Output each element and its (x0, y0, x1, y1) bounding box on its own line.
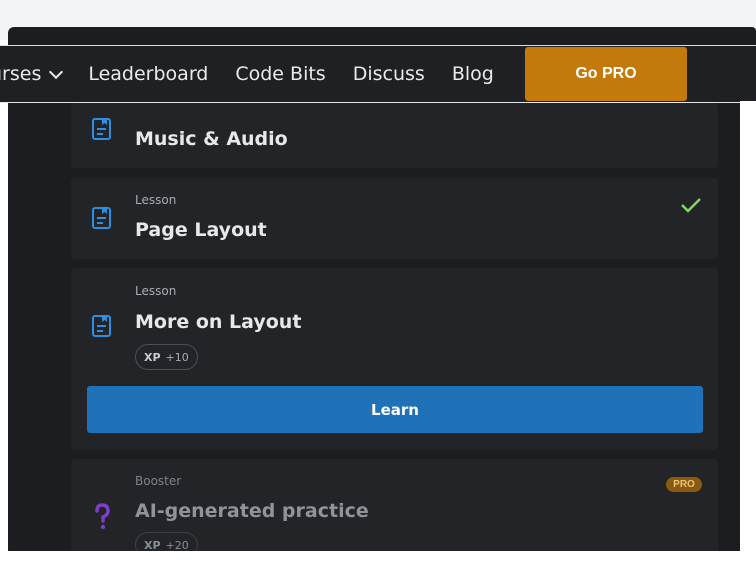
nav-discuss[interactable]: Discuss (353, 63, 425, 85)
pro-badge: PRO (666, 477, 702, 492)
nav-blog[interactable]: Blog (452, 63, 494, 85)
torn-edge-bottom (0, 551, 756, 581)
nav-code-bits[interactable]: Code Bits (235, 63, 325, 85)
chevron-down-icon (49, 64, 64, 79)
card-title: Page Layout (135, 219, 267, 241)
card-kind-label: Booster (135, 474, 182, 488)
question-mark-icon (93, 503, 111, 536)
nav-courses-label: urses (0, 63, 42, 85)
xp-value: +10 (165, 350, 189, 364)
card-title: More on Layout (135, 311, 302, 333)
card-kind-label: Lesson (135, 193, 177, 207)
card-title: AI-generated practice (135, 500, 369, 522)
card-title: Music & Audio (135, 128, 288, 150)
xp-badge: XP +10 (135, 344, 198, 370)
nav-leaderboard[interactable]: Leaderboard (88, 63, 208, 85)
torn-edge-right (740, 101, 756, 581)
lesson-doc-icon (91, 314, 113, 343)
xp-label: XP (144, 538, 161, 552)
booster-card-ai-practice[interactable]: Booster AI-generated practice PRO XP +20 (71, 459, 718, 559)
top-navbar: urses Leaderboard Code Bits Discuss Blog… (0, 45, 756, 103)
go-pro-button[interactable]: Go PRO (525, 47, 687, 101)
learn-button[interactable]: Learn (87, 386, 703, 433)
checkmark-icon (680, 196, 702, 219)
card-kind-label: Lesson (135, 284, 177, 298)
nav-courses[interactable]: urses (0, 63, 64, 85)
lesson-doc-icon (91, 206, 113, 235)
lesson-doc-icon (91, 117, 113, 146)
lesson-card-more-on-layout: Lesson More on Layout XP +10 Learn (71, 268, 718, 450)
lesson-card-music-audio[interactable]: Music & Audio (71, 103, 718, 168)
xp-value: +20 (165, 538, 189, 552)
xp-label: XP (144, 350, 161, 364)
lesson-card-page-layout[interactable]: Lesson Page Layout (71, 178, 718, 259)
